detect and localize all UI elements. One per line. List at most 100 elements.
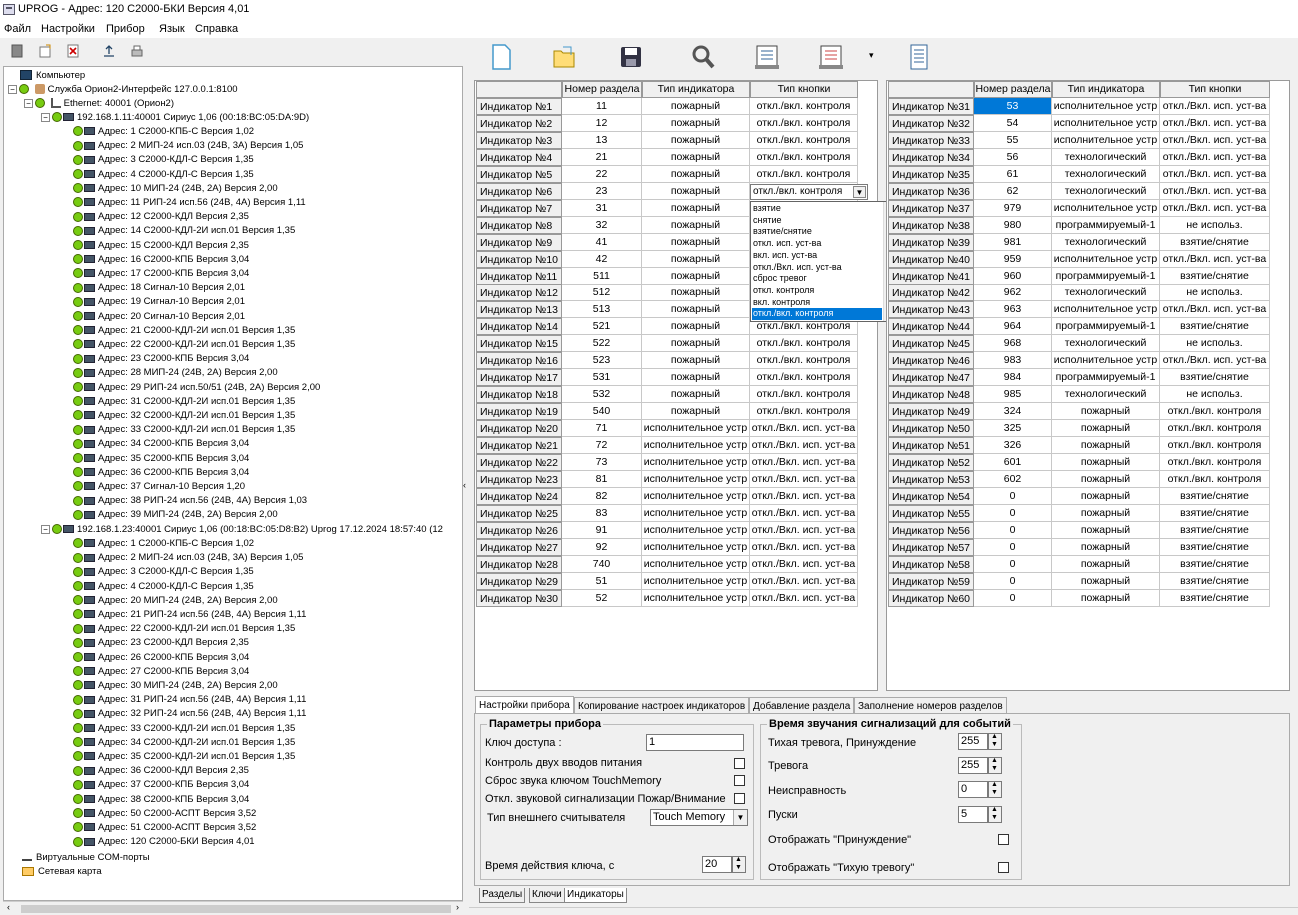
dropdown-option[interactable]: откл./Вкл. исп. уст-ва xyxy=(752,262,882,274)
button-type-dropdown-list[interactable]: взятие снятие взятие/снятие откл. исп. уст-… xyxy=(750,201,898,322)
table-cell[interactable]: пожарный xyxy=(642,301,750,319)
table-cell[interactable]: взятие/снятие xyxy=(1160,538,1270,556)
table-row[interactable]: Индикатор №28 740 исполнительное устр откл.… xyxy=(476,555,866,573)
table-row[interactable]: Индикатор №56 0 пожарный взятие/снятие xyxy=(888,521,1278,539)
row-header[interactable]: Индикатор №28 xyxy=(476,555,562,573)
table-cell[interactable]: пожарный xyxy=(1052,538,1160,556)
table-cell[interactable]: исполнительное устр xyxy=(642,437,750,454)
row-header[interactable]: Индикатор №3 xyxy=(476,131,562,149)
table-cell[interactable]: откл./Вкл. исп. уст-ва xyxy=(1160,131,1270,149)
table-cell[interactable]: 73 xyxy=(562,453,642,471)
table-cell[interactable]: взятие/снятие xyxy=(1160,504,1270,522)
table-cell[interactable]: пожарный xyxy=(1052,437,1160,454)
table-cell[interactable]: 0 xyxy=(974,487,1052,505)
tree-node-device[interactable]: Адрес: 1 С2000-КПБ-С Версия 1,02 xyxy=(73,125,254,139)
row-header[interactable]: Индикатор №43 xyxy=(888,301,974,319)
table-cell[interactable]: 92 xyxy=(562,538,642,556)
tree-node-device[interactable]: Адрес: 32 С2000-КДЛ-2И исп.01 Версия 1,3… xyxy=(73,409,295,423)
table-cell[interactable]: исполнительное устр xyxy=(642,572,750,590)
table-cell[interactable]: 979 xyxy=(974,199,1052,217)
row-header[interactable]: Индикатор №36 xyxy=(888,182,974,200)
table-cell[interactable]: исполнительное устр xyxy=(1052,301,1160,319)
table-cell[interactable]: 41 xyxy=(562,233,642,251)
table-cell[interactable]: 983 xyxy=(974,352,1052,370)
row-header[interactable]: Индикатор №20 xyxy=(476,420,562,438)
row-header[interactable]: Индикатор №34 xyxy=(888,148,974,166)
table-cell[interactable]: откл./вкл. контроля xyxy=(1160,437,1270,454)
row-header[interactable]: Индикатор №55 xyxy=(888,504,974,522)
dropdown-option[interactable]: сброс тревог xyxy=(752,273,882,285)
row-header[interactable]: Индикатор №23 xyxy=(476,470,562,488)
table-row[interactable]: Индикатор №24 82 исполнительное устр откл./… xyxy=(476,487,866,505)
table-cell[interactable]: не использ. xyxy=(1160,284,1270,302)
tree-node-device[interactable]: Адрес: 2 МИП-24 исп.03 (24В, 3А) Версия … xyxy=(73,551,303,565)
row-header[interactable]: Индикатор №40 xyxy=(888,250,974,268)
table-cell[interactable]: откл./Вкл. исп. уст-ва xyxy=(1160,182,1270,200)
table-cell[interactable]: не использ. xyxy=(1160,386,1270,404)
table-cell[interactable]: пожарный xyxy=(1052,453,1160,471)
bottom-tab-sections[interactable]: Разделы xyxy=(479,888,526,903)
row-header[interactable]: Индикатор №4 xyxy=(476,148,562,166)
table-cell[interactable]: пожарный xyxy=(642,267,750,285)
tree-node-device[interactable]: Адрес: 26 С2000-КПБ Версия 3,04 xyxy=(73,651,249,665)
table-cell[interactable]: программируемый-1 xyxy=(1052,369,1160,387)
table-cell[interactable]: откл./Вкл. исп. уст-ва xyxy=(750,437,858,454)
tree-node-device[interactable]: Адрес: 20 Сигнал-10 Версия 2,01 xyxy=(73,310,245,324)
row-header[interactable]: Индикатор №48 xyxy=(888,386,974,404)
table-row[interactable]: Индикатор №58 0 пожарный взятие/снятие xyxy=(888,555,1278,573)
table-cell[interactable]: пожарный xyxy=(1052,555,1160,573)
collapse-panel-icon[interactable]: ‹ xyxy=(463,480,466,490)
table-cell[interactable]: 56 xyxy=(974,148,1052,166)
table-row[interactable]: Индикатор №44 964 программируемый-1 взятие/… xyxy=(888,318,1278,336)
menu-file[interactable]: Файл xyxy=(4,23,31,35)
table-cell[interactable]: 51 xyxy=(562,572,642,590)
header-button-type[interactable]: Тип кнопки xyxy=(750,81,858,98)
table-row[interactable]: Индикатор №26 91 исполнительное устр откл./… xyxy=(476,521,866,539)
tree-node-device[interactable]: Адрес: 31 РИП-24 исп.56 (24В, 4А) Версия… xyxy=(73,693,306,707)
table-cell[interactable]: не использ. xyxy=(1160,335,1270,353)
tree-node-device[interactable]: Адрес: 16 С2000-КПБ Версия 3,04 xyxy=(73,253,249,267)
fault-spinner[interactable] xyxy=(988,781,1002,798)
header-section[interactable]: Номер раздела xyxy=(562,81,642,98)
row-header[interactable]: Индикатор №13 xyxy=(476,301,562,319)
table-cell[interactable]: 522 xyxy=(562,335,642,353)
tree-node-device[interactable]: Адрес: 23 С2000-КДЛ Версия 2,35 xyxy=(73,636,249,650)
row-header[interactable]: Индикатор №41 xyxy=(888,267,974,285)
table-cell[interactable]: 11 xyxy=(562,98,642,115)
table-cell[interactable]: пожарный xyxy=(642,165,750,183)
tree-node-device[interactable]: Адрес: 17 С2000-КПБ Версия 3,04 xyxy=(73,267,249,281)
table-cell[interactable]: 540 xyxy=(562,403,642,421)
table-cell[interactable]: 81 xyxy=(562,470,642,488)
table-cell[interactable]: пожарный xyxy=(642,318,750,336)
table-cell[interactable]: пожарный xyxy=(1052,504,1160,522)
tree-node-device[interactable]: Адрес: 3 С2000-КДЛ-С Версия 1,35 xyxy=(73,565,254,579)
table-cell[interactable]: 82 xyxy=(562,487,642,505)
tree-node-device[interactable]: Адрес: 15 С2000-КДЛ Версия 2,35 xyxy=(73,239,249,253)
tree-node-ethernet[interactable]: − Ethernet: 40001 (Орион2) xyxy=(24,97,174,111)
table-row[interactable]: Индикатор №46 983 исполнительное устр откл.… xyxy=(888,352,1278,370)
row-header[interactable]: Индикатор №6 xyxy=(476,182,562,200)
table-cell[interactable]: исполнительное устр xyxy=(642,521,750,539)
table-cell[interactable]: исполнительное устр xyxy=(642,420,750,438)
tree-node-device[interactable]: Адрес: 33 С2000-КДЛ-2И исп.01 Версия 1,3… xyxy=(73,423,295,437)
row-header[interactable]: Индикатор №24 xyxy=(476,487,562,505)
tree-node-device[interactable]: Адрес: 23 С2000-КПБ Версия 3,04 xyxy=(73,352,249,366)
row-header[interactable]: Индикатор №2 xyxy=(476,114,562,132)
table-cell[interactable]: пожарный xyxy=(642,182,750,200)
table-row[interactable]: Индикатор №53 602 пожарный откл./вкл. контр… xyxy=(888,470,1278,488)
row-header[interactable]: Индикатор №8 xyxy=(476,216,562,234)
table-row[interactable]: Индикатор №49 324 пожарный откл./вкл. контр… xyxy=(888,403,1278,421)
scroll-right-icon[interactable]: › xyxy=(456,902,459,912)
table-cell[interactable]: исполнительное устр xyxy=(1052,250,1160,268)
table-row[interactable]: Индикатор №40 959 исполнительное устр откл.… xyxy=(888,250,1278,268)
table-cell[interactable]: 512 xyxy=(562,284,642,302)
table-cell[interactable]: откл./Вкл. исп. уст-ва xyxy=(1160,165,1270,183)
tree-node-device[interactable]: Адрес: 1 С2000-КПБ-С Версия 1,02 xyxy=(73,537,254,551)
dropdown-option[interactable]: вкл. контроля xyxy=(752,297,882,309)
add-device-icon[interactable] xyxy=(38,44,52,58)
table-cell[interactable]: откл./Вкл. исп. уст-ва xyxy=(750,521,858,539)
table-cell[interactable]: откл./Вкл. исп. уст-ва xyxy=(750,487,858,505)
table-cell[interactable]: пожарный xyxy=(642,250,750,268)
tree-node-device[interactable]: Адрес: 31 С2000-КДЛ-2И исп.01 Версия 1,3… xyxy=(73,395,295,409)
row-header[interactable]: Индикатор №9 xyxy=(476,233,562,251)
